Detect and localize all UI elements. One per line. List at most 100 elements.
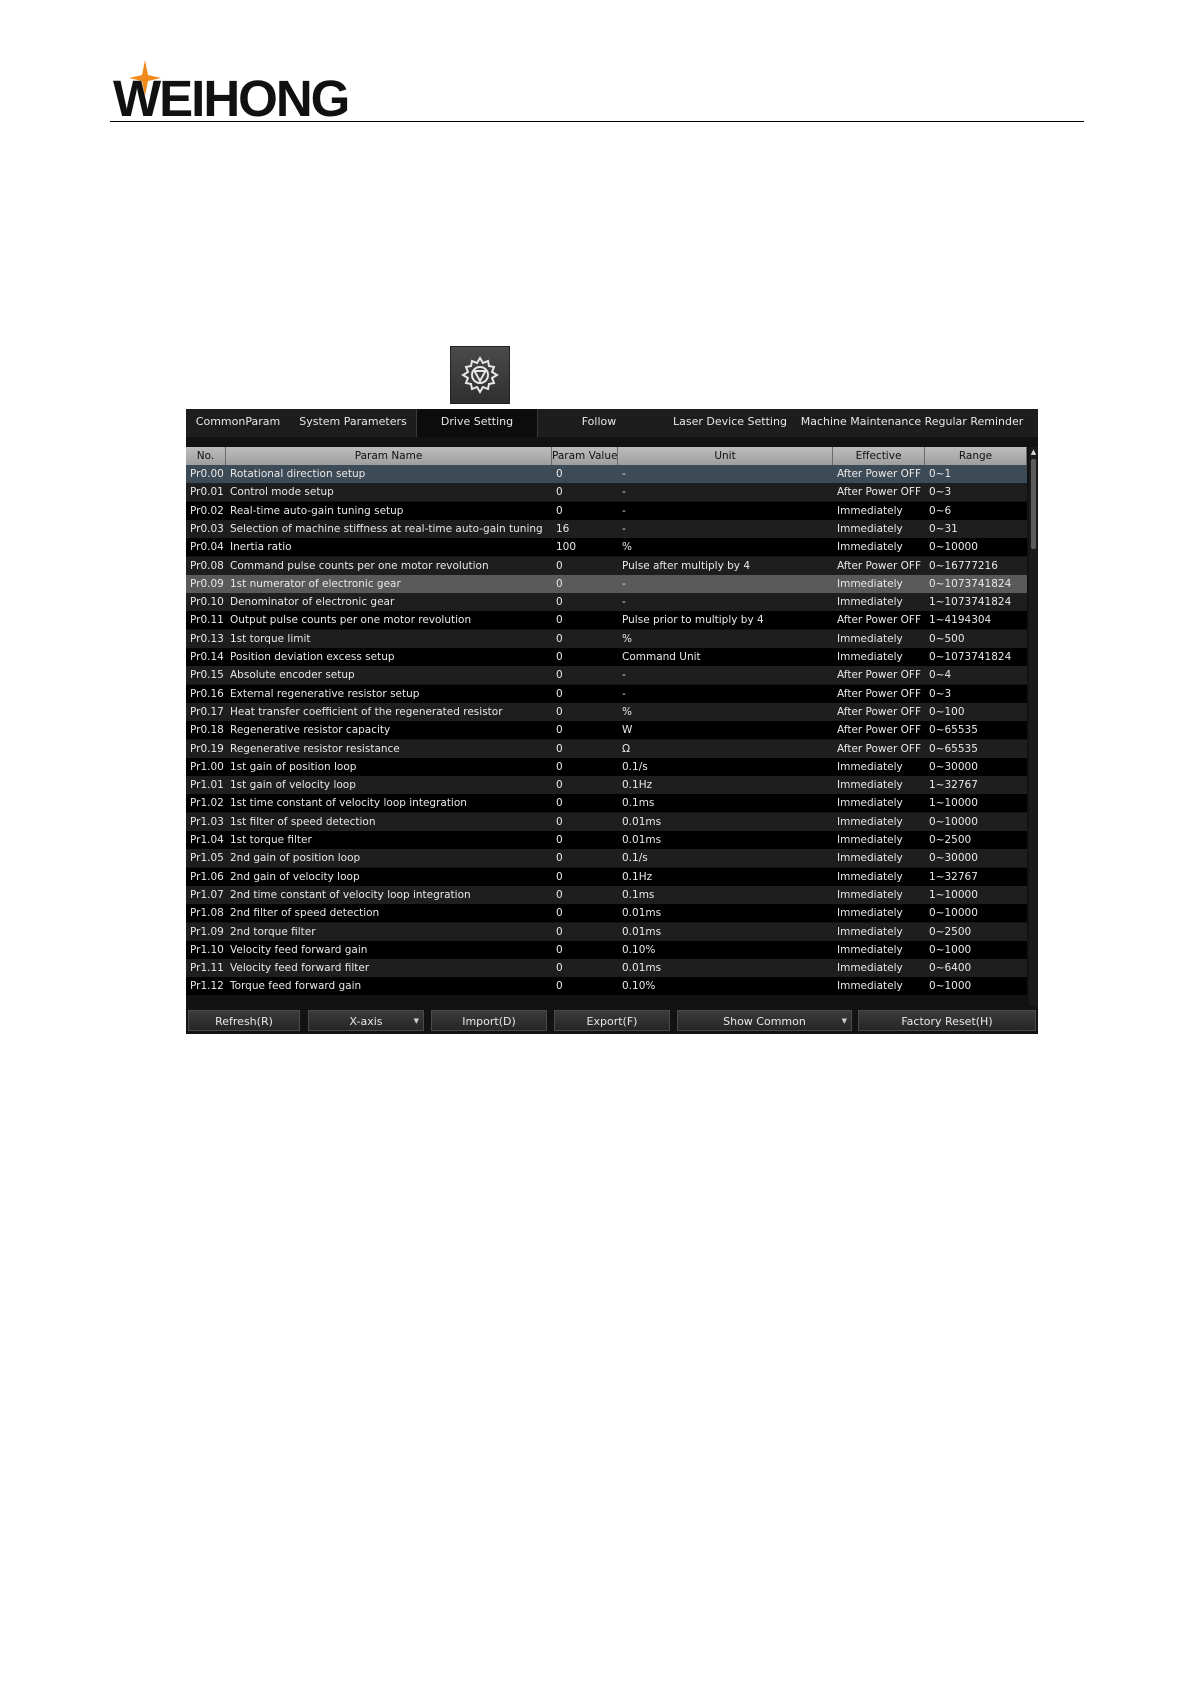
cell-param-name: Regenerative resistor resistance [230,742,400,755]
cell-effective: Immediately [837,870,903,883]
import-button-label: Import(D) [462,1015,516,1028]
cell-effective: After Power OFF [837,669,921,682]
cell-unit: 0.01ms [622,907,662,920]
cell-range: 0~500 [929,632,965,645]
table-row[interactable]: Pr0.01 Control mode setup 0 - After Power OF… [186,483,1027,502]
table-row[interactable]: Pr1.03 1st filter of speed detection 0 0.01… [186,812,1027,831]
cell-effective: Immediately [837,888,903,901]
table-row[interactable]: Pr1.00 1st gain of position loop 0 0.1/s Imm… [186,757,1027,776]
scroll-up-arrow-icon[interactable]: ▲ [1029,447,1038,457]
table-row[interactable]: Pr0.19 Regenerative resistor resistance 0 Ω… [186,739,1027,758]
cell-no: Pr0.13 [190,632,224,645]
table-row[interactable]: Pr0.08 Command pulse counts per one motor… [186,556,1027,575]
table-row[interactable]: Pr0.02 Real-time auto-gain tuning setup 0 -… [186,501,1027,520]
cell-param-value: 0 [556,504,563,517]
column-header-param-value[interactable]: Param Value [552,447,618,465]
cell-range: 1~32767 [929,779,978,792]
table-row[interactable]: Pr1.08 2nd filter of speed detection 0 0.01… [186,904,1027,923]
cell-no: Pr0.08 [190,559,224,572]
table-row[interactable]: Pr1.07 2nd time constant of velocity loop… [186,885,1027,904]
cell-unit: 0.01ms [622,962,662,975]
table-row[interactable]: Pr0.15 Absolute encoder setup 0 - After Powe… [186,666,1027,685]
factory-reset-button[interactable]: Factory Reset(H) [858,1010,1036,1031]
cell-param-name: 2nd time constant of velocity loop integ… [230,888,471,901]
cell-unit: - [622,577,626,590]
cell-no: Pr0.01 [190,486,224,499]
cell-param-value: 0 [556,742,563,755]
cell-unit: Command Unit [622,651,701,663]
table-header: No. Param Name Param Value Unit Effectiv… [186,447,1027,465]
table-row[interactable]: Pr1.06 2nd gain of velocity loop 0 0.1Hz Imm… [186,867,1027,886]
cell-range: 1~32767 [929,870,978,883]
column-header-range[interactable]: Range [925,447,1027,465]
table-row[interactable]: Pr0.16 External regenerative resistor set… [186,684,1027,703]
weihong-logo-mark: WEIHONG [113,60,350,127]
tab-drive-setting[interactable]: Drive Setting [416,409,538,437]
tab-commonparam[interactable]: CommonParam [186,409,290,437]
table-row[interactable]: Pr1.11 Velocity feed forward filter 0 0.01m… [186,959,1027,978]
table-row[interactable]: Pr1.01 1st gain of velocity loop 0 0.1Hz Imm… [186,776,1027,795]
cell-param-name: Output pulse counts per one motor revolu… [230,614,472,627]
table-row[interactable]: Pr0.17 Heat transfer coefficient of the r… [186,702,1027,721]
axis-select[interactable]: X-axis ▼ [308,1010,424,1031]
refresh-button[interactable]: Refresh(R) [188,1010,300,1031]
show-common-select[interactable]: Show Common ▼ [677,1010,852,1031]
column-header-no[interactable]: No. [186,447,226,465]
export-button[interactable]: Export(F) [554,1010,670,1031]
column-header-unit[interactable]: Unit [618,447,833,465]
table-row[interactable]: Pr1.04 1st torque filter 0 0.01ms Immediatel… [186,831,1027,849]
table-row[interactable]: Pr0.00 Rotational direction setup 0 - After … [186,465,1027,483]
cell-range: 0~30000 [929,760,978,773]
cell-effective: Immediately [837,907,903,920]
table-row[interactable]: Pr0.13 1st torque limit 0% Immediately 0~500 [186,629,1027,648]
table-row[interactable]: Pr0.14 Position deviation excess setup 0 Co… [186,648,1027,666]
cell-no: Pr1.07 [190,888,224,901]
cell-no: Pr1.10 [190,943,224,956]
tab-follow[interactable]: Follow [538,409,660,437]
table-scrollbar[interactable]: ▲ ▼ [1029,447,1038,1017]
cell-param-value: 100 [556,541,577,554]
tab-machine-maintenance-regular-reminder[interactable]: Machine Maintenance Regular Reminder [800,409,1024,437]
table-row[interactable]: Pr1.10 Velocity feed forward gain 0 0.10% Im… [186,940,1027,959]
cell-param-name: Torque feed forward gain [230,980,362,993]
scrollbar-thumb[interactable] [1031,459,1036,549]
table-row[interactable]: Pr0.11 Output pulse counts per one motor … [186,611,1027,630]
table-row[interactable]: Pr0.10 Denominator of electronic gear 0 - Im… [186,593,1027,612]
cell-param-name: 2nd torque filter [230,925,316,938]
table-row[interactable]: Pr1.02 1st time constant of velocity loop… [186,794,1027,813]
tab-laser-device-setting[interactable]: Laser Device Setting [660,409,800,437]
table-row[interactable]: Pr1.09 2nd torque filter 0 0.01ms Immediatel… [186,922,1027,941]
tab-system-parameters[interactable]: System Parameters [290,409,416,437]
cell-param-name: Position deviation excess setup [230,651,395,663]
cell-effective: Immediately [837,943,903,956]
cell-no: Pr0.18 [190,724,224,737]
cell-no: Pr0.11 [190,614,224,627]
cell-effective: Immediately [837,522,903,535]
table-row[interactable]: Pr1.05 2nd gain of position loop 0 0.1/s Imm… [186,849,1027,868]
table-row[interactable]: Pr0.04 Inertia ratio 100% Immediately 0~1000… [186,538,1027,557]
table-row[interactable]: Pr0.09 1st numerator of electronic gear 0 -… [186,574,1027,593]
table-row[interactable]: Pr0.03 Selection of machine stiffness at … [186,519,1027,538]
cell-range: 0~100 [929,705,965,718]
cell-effective: Immediately [837,541,903,554]
table-row[interactable]: Pr0.18 Regenerative resistor capacity 0 W Af… [186,721,1027,740]
cell-param-value: 0 [556,962,563,975]
cell-range: 0~10000 [929,907,978,920]
cell-range: 0~31 [929,522,958,535]
table-row[interactable]: Pr1.12 Torque feed forward gain 0 0.10% Imme… [186,977,1027,996]
cell-unit: 0.1/s [622,760,648,773]
cell-range: 0~2500 [929,834,972,846]
cell-effective: Immediately [837,797,903,810]
cell-effective: After Power OFF [837,468,921,480]
cell-no: Pr0.15 [190,669,224,682]
import-button[interactable]: Import(D) [431,1010,547,1031]
drive-settings-gear-button[interactable] [450,346,510,404]
column-header-param-name[interactable]: Param Name [226,447,552,465]
cell-range: 0~30000 [929,852,978,865]
cell-unit: 0.1Hz [622,779,653,792]
weihong-logo: WEIHONG [113,56,373,127]
cell-no: Pr1.09 [190,925,224,938]
column-header-effective[interactable]: Effective [833,447,925,465]
cell-param-value: 0 [556,888,563,901]
cell-param-value: 0 [556,651,563,663]
